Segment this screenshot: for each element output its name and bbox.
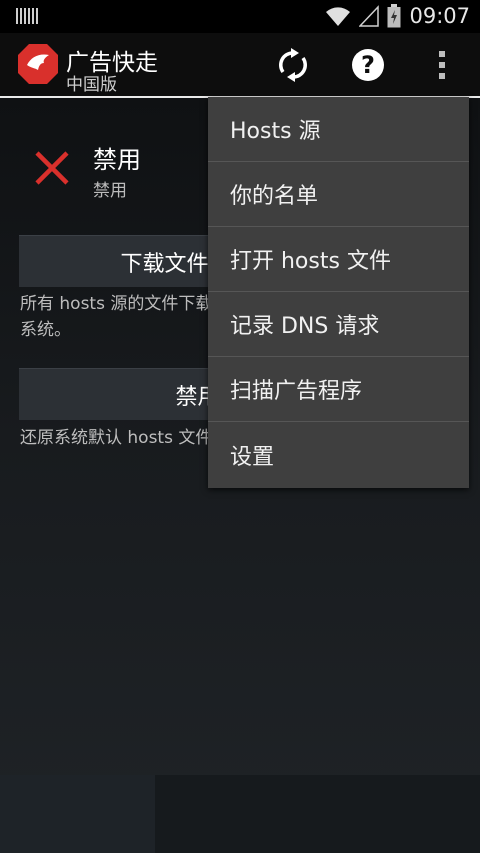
overflow-menu-button[interactable]: [420, 43, 464, 87]
nav-shade-right: [155, 775, 480, 853]
menu-item-hosts-sources[interactable]: Hosts 源: [208, 97, 469, 162]
svg-text:?: ?: [361, 51, 375, 79]
status-title: 禁用: [93, 146, 141, 174]
overflow-menu-icon: [439, 51, 445, 79]
app-logo-icon[interactable]: [17, 43, 59, 85]
help-icon: ?: [352, 49, 384, 81]
clock: 09:07: [409, 4, 470, 28]
menu-item-settings[interactable]: 设置: [208, 422, 469, 487]
nav-shade-left: [0, 775, 155, 853]
disabled-x-icon: [35, 151, 69, 185]
signal-icon: [16, 8, 38, 24]
battery-icon: [387, 4, 401, 28]
status-subtitle: 禁用: [93, 181, 127, 201]
cell-signal-icon: [359, 5, 380, 27]
menu-item-scan-adware[interactable]: 扫描广告程序: [208, 357, 469, 422]
wifi-icon: [326, 7, 351, 26]
app-subtitle: 中国版: [66, 75, 117, 95]
overflow-menu: Hosts 源 你的名单 打开 hosts 文件 记录 DNS 请求 扫描广告程…: [208, 97, 469, 488]
refresh-button[interactable]: [271, 43, 315, 87]
menu-item-your-lists[interactable]: 你的名单: [208, 162, 469, 227]
action-bar: 广告快走 中国版 ?: [0, 33, 480, 98]
menu-item-log-dns[interactable]: 记录 DNS 请求: [208, 292, 469, 357]
refresh-icon: [279, 48, 307, 82]
help-button[interactable]: ?: [346, 43, 390, 87]
menu-item-open-hosts-file[interactable]: 打开 hosts 文件: [208, 227, 469, 292]
status-bar: 09:07: [0, 0, 480, 33]
